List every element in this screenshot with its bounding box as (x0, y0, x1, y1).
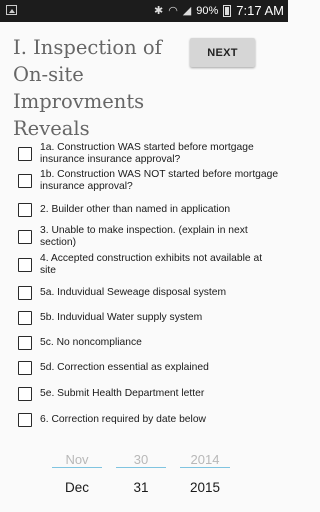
checklist-item-5b[interactable]: 5b. Induvidual Water supply system (18, 311, 280, 325)
checklist-item-5a[interactable]: 5a. Induvidual Seweage disposal system (18, 286, 280, 300)
checkbox[interactable] (18, 147, 32, 161)
checklist-label: 5d. Correction essential as explained (40, 362, 209, 373)
checkbox[interactable] (18, 174, 32, 188)
checklist-item-3[interactable]: 3. Unable to make inspection. (explain i… (18, 225, 280, 249)
checklist-item-5e[interactable]: 5e. Submit Health Department letter (18, 387, 280, 401)
wifi-icon: ◠ (168, 5, 178, 17)
checkbox[interactable] (18, 413, 32, 427)
checkbox[interactable] (18, 311, 32, 325)
year-current[interactable]: 2015 (180, 480, 230, 495)
checklist-item-5d[interactable]: 5d. Correction essential as explained (18, 361, 280, 375)
checkbox[interactable] (18, 258, 32, 272)
status-time: 7:17 AM (236, 3, 284, 18)
checklist-label: 4. Accepted construction exhibits not av… (40, 253, 263, 276)
checkbox[interactable] (18, 203, 32, 217)
battery-percent: 90% (196, 4, 219, 17)
page-title: I. Inspection of On-site Improvments Rev… (13, 36, 162, 140)
checklist-label: 1a. Construction WAS started before mort… (40, 142, 254, 165)
month-current-wrap[interactable]: Dec (52, 480, 102, 495)
checkbox[interactable] (18, 387, 32, 401)
checklist-item-2[interactable]: 2. Builder other than named in applicati… (18, 203, 280, 217)
checklist-label: 5a. Induvidual Seweage disposal system (40, 287, 227, 298)
day-divider (116, 467, 166, 468)
checklist-item-1b[interactable]: 1b. Construction WAS NOT started before … (18, 169, 280, 193)
checklist-label: 5b. Induvidual Water supply system (40, 312, 203, 323)
bluetooth-icon: ✱ (153, 5, 164, 17)
checklist-label: 3. Unable to make inspection. (explain i… (40, 225, 248, 248)
signal-icon: ◢ (182, 5, 192, 17)
year-previous[interactable]: 2014 (180, 452, 230, 467)
month-previous[interactable]: Nov (52, 452, 102, 467)
month-current[interactable]: Dec (52, 480, 102, 495)
month-divider (52, 467, 102, 468)
checklist-label: 5c. No noncompliance (40, 337, 142, 348)
status-bar: ✱ ◠ ◢ 90% 7:17 AM (0, 0, 288, 22)
checkbox[interactable] (18, 286, 32, 300)
checklist-item-4[interactable]: 4. Accepted construction exhibits not av… (18, 253, 280, 277)
checkbox[interactable] (18, 230, 32, 244)
image-notification-icon (6, 5, 17, 15)
checklist-label: 1b. Construction WAS NOT started before … (40, 169, 279, 192)
year-divider (180, 467, 230, 468)
checklist-label: 5e. Submit Health Department letter (40, 388, 205, 399)
checklist-label: 6. Correction required by date below (40, 414, 206, 425)
day-previous[interactable]: 30 (116, 452, 166, 467)
checkbox[interactable] (18, 336, 32, 350)
day-current[interactable]: 31 (116, 480, 166, 495)
year-current-wrap[interactable]: 2015 (180, 480, 230, 495)
battery-icon (223, 4, 232, 17)
day-current-wrap[interactable]: 31 (116, 480, 166, 495)
next-button[interactable]: NEXT (190, 38, 255, 67)
checklist-item-5c[interactable]: 5c. No noncompliance (18, 336, 280, 350)
checklist-label: 2. Builder other than named in applicati… (40, 204, 231, 215)
checklist-item-6[interactable]: 6. Correction required by date below (18, 413, 280, 427)
checklist-item-1a[interactable]: 1a. Construction WAS started before mort… (18, 142, 280, 166)
month-picker[interactable]: Nov (52, 452, 102, 467)
year-picker[interactable]: 2014 (180, 452, 230, 467)
day-picker[interactable]: 30 (116, 452, 166, 467)
checkbox[interactable] (18, 361, 32, 375)
